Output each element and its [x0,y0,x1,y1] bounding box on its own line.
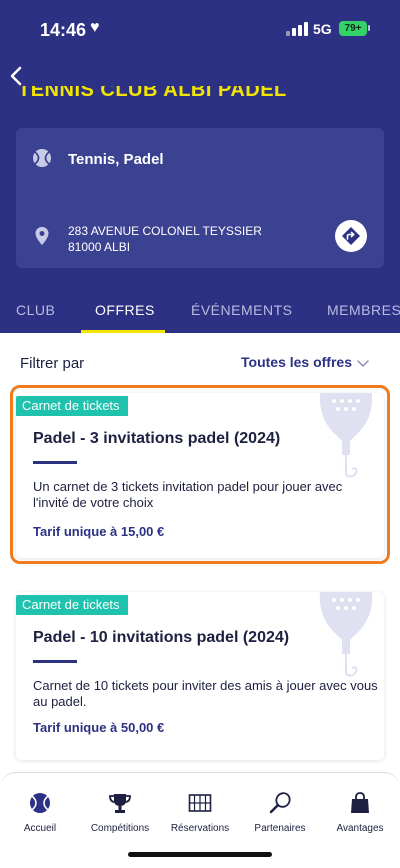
status-bar: 14:46 ♥ 5G 79+ [0,0,400,52]
address-line-1: 283 AVENUE COLONEL TEYSSIER [68,224,262,238]
home-indicator[interactable] [128,852,272,857]
offer-title: Padel - 10 invitations padel (2024) [33,629,290,646]
battery-tip [368,25,370,31]
signal-icon [286,22,308,36]
active-tab-indicator [81,330,165,333]
shopping-bag-icon [351,792,369,813]
offer-price: Tarif unique à 50,00 € [33,720,165,735]
court-icon [188,794,212,812]
nav-reservations[interactable]: Réservations [160,791,240,834]
filter-label: Filtrer par [20,355,85,372]
nav-label: Accueil [23,823,57,834]
status-time: 14:46 [40,20,87,40]
nav-avantages[interactable]: Avantages [320,791,400,834]
club-name: TENNIS CLUB ALBI PADEL [18,86,388,104]
club-name-text: TENNIS CLUB ALBI PADEL [18,86,287,101]
tab-bar: CLUB OFFRES ÉVÉNEMENTS MEMBRES [0,296,400,333]
club-info-card: Tennis, Padel 283 AVENUE COLONEL TEYSSIE… [16,128,384,268]
network-type: 5G [313,21,332,37]
directions-icon [342,227,360,245]
location-pin-icon [35,227,49,245]
nav-label: Avantages [336,823,384,834]
heart-icon: ♥ [90,19,100,36]
tab-offres[interactable]: OFFRES [95,302,155,318]
nav-label: Réservations [170,823,230,834]
filter-dropdown[interactable]: Toutes les offres [241,354,352,370]
padel-racket-icon [319,592,373,677]
directions-button[interactable] [335,220,367,252]
nav-accueil[interactable]: Accueil [0,791,80,834]
club-address: 283 AVENUE COLONEL TEYSSIER 81000 ALBI [68,223,262,255]
club-sports: Tennis, Padel [68,151,164,168]
offer-badge: Carnet de tickets [16,595,128,615]
title-divider [33,660,77,663]
tennis-ball-icon [33,149,51,167]
battery-indicator: 79+ [339,21,367,36]
racket-icon [269,792,291,814]
address-line-2: 81000 ALBI [68,240,131,254]
selected-offer-highlight [10,385,390,564]
offer-card[interactable]: Carnet de tickets Padel - 10 invitations… [16,592,384,760]
trophy-icon [109,794,131,813]
chevron-down-icon[interactable] [356,356,370,370]
nav-partenaires[interactable]: Partenaires [240,791,320,834]
nav-competitions[interactable]: Compétitions [80,791,160,834]
nav-label: Partenaires [254,823,306,834]
tab-membres[interactable]: MEMBRES [327,302,400,318]
tab-evenements[interactable]: ÉVÉNEMENTS [191,302,292,318]
tennis-ball-icon [30,793,50,813]
nav-label: Compétitions [90,823,150,834]
tab-club[interactable]: CLUB [16,302,55,318]
offer-description: Carnet de 10 tickets pour inviter des am… [33,678,378,709]
